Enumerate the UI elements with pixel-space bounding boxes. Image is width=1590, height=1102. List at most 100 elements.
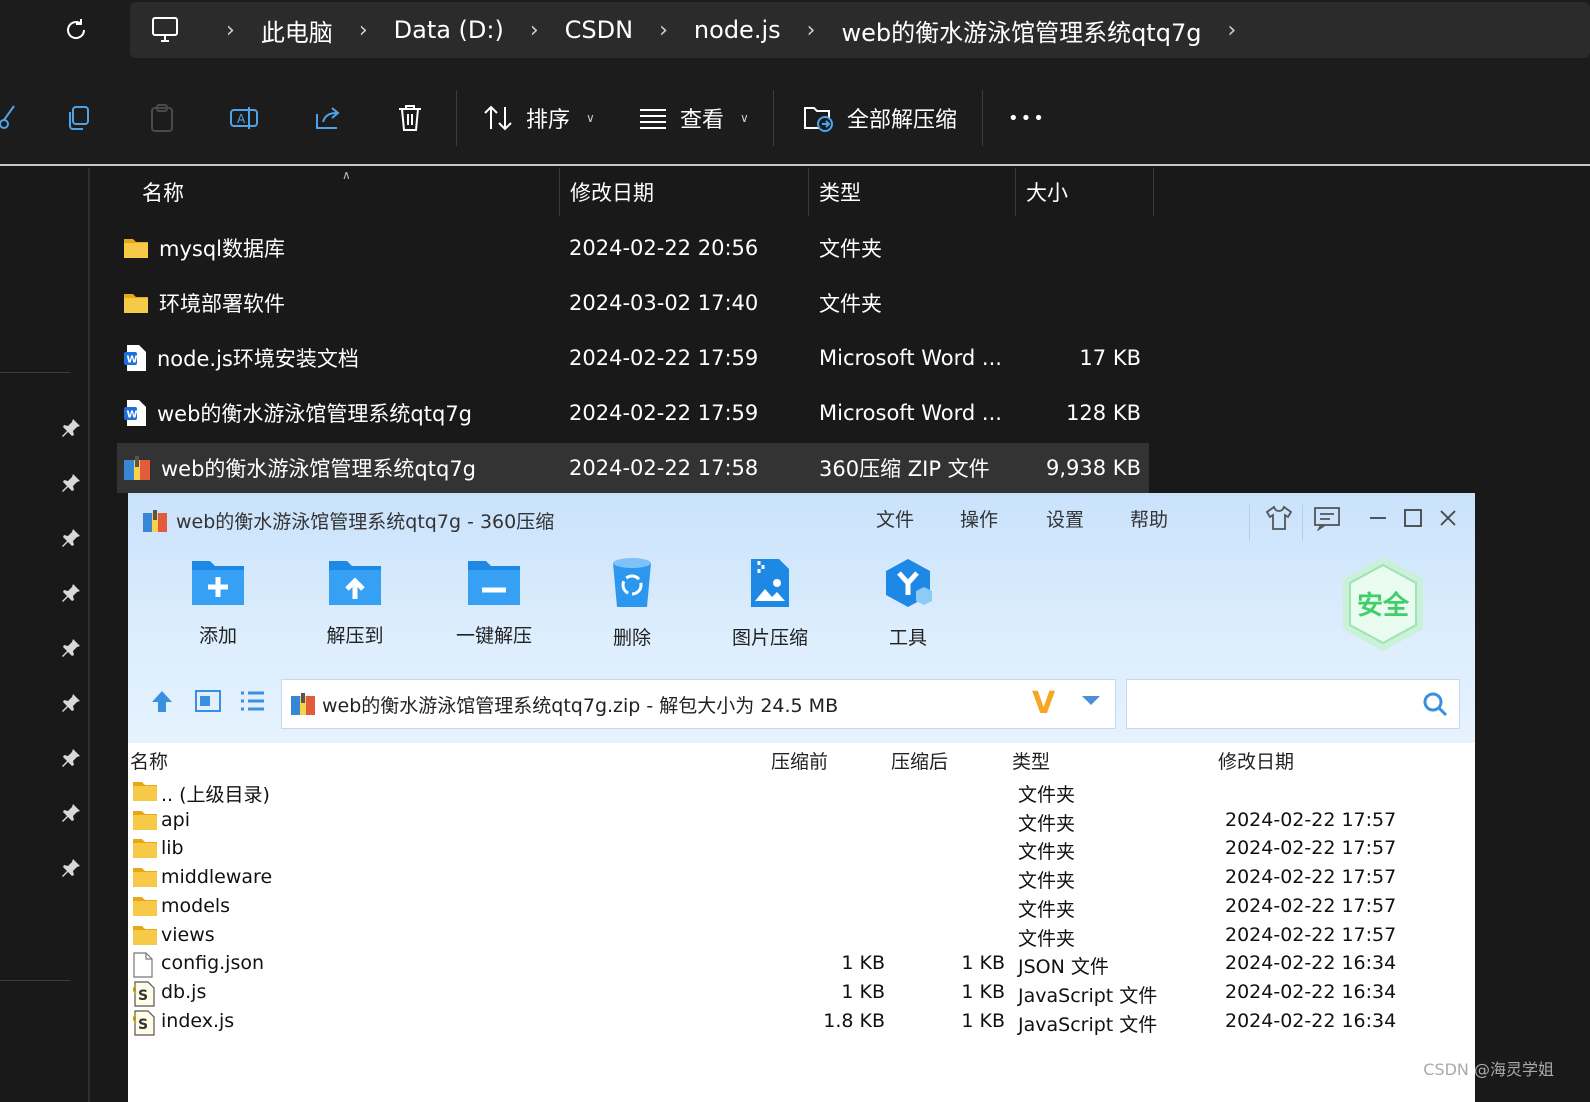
toolbar-divider — [773, 90, 774, 146]
zip-column-header: 名称 压缩前 压缩后 类型 修改日期 — [128, 743, 1475, 773]
this-pc-icon[interactable] — [150, 16, 180, 44]
copy-icon[interactable] — [60, 100, 96, 136]
cut-icon[interactable] — [0, 100, 22, 136]
list-view-icon[interactable] — [238, 687, 266, 715]
file-size: 128 KB — [1066, 401, 1141, 425]
svg-text:S: S — [138, 1017, 148, 1033]
breadcrumb-item[interactable]: node.js — [694, 16, 781, 44]
paste-icon[interactable] — [144, 100, 180, 136]
v-brand-icon[interactable]: V — [1032, 686, 1055, 721]
zip-path-field[interactable]: web的衡水游泳馆管理系统qtq7g.zip - 解包大小为 24.5 MB V — [281, 679, 1116, 729]
zip-entry-modified: 2024-02-22 17:57 — [1225, 837, 1397, 860]
view-list-icon — [640, 109, 666, 129]
file-modified: 2024-02-22 20:56 — [569, 236, 759, 260]
zip-entry-row[interactable]: config.json 1 KB 1 KB JSON 文件 2024-02-22 16:… — [128, 950, 1475, 979]
file-name: node.js环境安装文档 — [157, 347, 359, 371]
breadcrumb-chevron-icon: › — [806, 17, 816, 43]
add-button[interactable]: 添加 — [163, 557, 273, 648]
pin-icon[interactable] — [60, 857, 82, 879]
zip-entry-type: 文件夹 — [1018, 870, 1076, 893]
file-list: ∧ 名称 修改日期 类型 大小 mysql数据库 2024-02-22 20:56… — [92, 168, 1590, 498]
zip-column-type[interactable]: 类型 — [1012, 747, 1050, 774]
tools-button[interactable]: 工具 — [853, 557, 963, 650]
column-header-name[interactable]: 名称 — [142, 168, 184, 216]
breadcrumb-item[interactable]: CSDN — [565, 16, 633, 44]
feedback-icon[interactable] — [1310, 501, 1344, 535]
column-divider[interactable] — [559, 168, 560, 216]
rename-icon[interactable]: A — [226, 100, 262, 136]
close-icon[interactable] — [1431, 501, 1465, 535]
thumbnail-view-icon[interactable] — [194, 687, 222, 715]
file-row[interactable]: mysql数据库 2024-02-22 20:56 文件夹 — [117, 223, 1149, 273]
dropdown-triangle-icon[interactable] — [1080, 690, 1102, 710]
pin-icon[interactable] — [60, 472, 82, 494]
pin-icon[interactable] — [60, 747, 82, 769]
pin-icon[interactable] — [60, 637, 82, 659]
zip-entry-row[interactable]: api 文件夹 2024-02-22 17:57 — [128, 807, 1475, 836]
menu-operate[interactable]: 操作 — [960, 505, 998, 532]
column-divider[interactable] — [1153, 168, 1154, 216]
security-badge[interactable]: 安全 — [1340, 555, 1426, 653]
zip-entry-row[interactable]: lib 文件夹 2024-02-22 17:57 — [128, 835, 1475, 864]
breadcrumb-item[interactable]: web的衡水游泳馆管理系统qtq7g — [841, 13, 1201, 48]
delete-icon[interactable] — [392, 100, 428, 136]
one-click-extract-button[interactable]: 一键解压 — [439, 557, 549, 648]
maximize-icon[interactable] — [1396, 501, 1430, 535]
extract-all-button[interactable]: 全部解压缩 — [803, 96, 957, 140]
zip-entry-type: JavaScript 文件 — [1018, 1013, 1158, 1036]
skin-shirt-icon[interactable] — [1262, 501, 1296, 535]
pin-icon[interactable] — [60, 802, 82, 824]
zip-column-after[interactable]: 压缩后 — [891, 747, 948, 774]
file-type: Microsoft Word ... — [819, 346, 1002, 370]
zip-entry-row[interactable]: views 文件夹 2024-02-22 17:57 — [128, 922, 1475, 951]
pin-icon[interactable] — [60, 582, 82, 604]
file-type: 文件夹 — [819, 292, 882, 316]
breadcrumb-chevron-icon[interactable]: › — [1227, 18, 1236, 43]
breadcrumb-item[interactable]: Data (D:) — [394, 16, 504, 44]
folder-icon — [132, 924, 158, 948]
pin-icon[interactable] — [60, 417, 82, 439]
view-label: 查看 — [680, 108, 725, 133]
zip-entry-before: 1.8 KB — [823, 1009, 885, 1032]
zip-entry-row[interactable]: middleware 文件夹 2024-02-22 17:57 — [128, 864, 1475, 893]
refresh-icon[interactable] — [60, 14, 92, 46]
minimize-icon[interactable] — [1361, 501, 1395, 535]
file-row[interactable]: 环境部署软件 2024-03-02 17:40 文件夹 — [117, 278, 1149, 328]
menu-help[interactable]: 帮助 — [1130, 505, 1168, 532]
sort-button[interactable]: 排序 ∨ — [482, 96, 595, 140]
zip-column-name[interactable]: 名称 — [130, 747, 168, 774]
zip-entry-row[interactable]: Sindex.js 1.8 KB 1 KB JavaScript 文件 2024-02-… — [128, 1008, 1475, 1037]
menu-file[interactable]: 文件 — [876, 505, 914, 532]
share-icon[interactable] — [310, 100, 346, 136]
column-divider[interactable] — [1015, 168, 1016, 216]
one-click-extract-icon — [468, 561, 520, 605]
breadcrumb-item[interactable]: 此电脑 — [261, 13, 333, 48]
zip-entry-row[interactable]: .. (上级目录) 文件夹 — [128, 778, 1475, 807]
image-compress-button[interactable]: 图片压缩 — [715, 557, 825, 650]
pin-icon[interactable] — [60, 527, 82, 549]
menu-settings[interactable]: 设置 — [1046, 505, 1084, 532]
go-up-arrow-icon[interactable] — [148, 687, 176, 715]
file-row[interactable]: web的衡水游泳馆管理系统qtq7g 2024-02-22 17:58 360压缩 … — [117, 443, 1149, 493]
file-row[interactable]: Wweb的衡水游泳馆管理系统qtq7g 2024-02-22 17:59 Micro… — [117, 388, 1149, 438]
add-label: 添加 — [198, 625, 237, 647]
column-divider[interactable] — [808, 168, 809, 216]
zip-search-input[interactable] — [1126, 679, 1460, 729]
zip-entry-row[interactable]: Sdb.js 1 KB 1 KB JavaScript 文件 2024-02-22 16… — [128, 979, 1475, 1008]
zip-column-before[interactable]: 压缩前 — [771, 747, 828, 774]
search-icon[interactable] — [1421, 690, 1449, 718]
breadcrumb[interactable]: › 此电脑 › Data (D:) › CSDN › node.js › web… — [130, 2, 1590, 58]
delete-zip-button[interactable]: 删除 — [577, 557, 687, 650]
column-header-size[interactable]: 大小 — [1026, 168, 1068, 216]
zip-entry-type: 文件夹 — [1018, 898, 1076, 921]
file-row[interactable]: Wnode.js环境安装文档 2024-02-22 17:59 Microsoft … — [117, 333, 1149, 383]
column-header-modified[interactable]: 修改日期 — [570, 168, 654, 216]
column-header-type[interactable]: 类型 — [819, 168, 861, 216]
zip-entry-row[interactable]: models 文件夹 2024-02-22 17:57 — [128, 893, 1475, 922]
view-button[interactable]: 查看 ∨ — [638, 96, 749, 140]
extract-to-button[interactable]: 解压到 — [300, 557, 410, 648]
more-options-button[interactable]: ••• — [1008, 96, 1046, 140]
pin-icon[interactable] — [60, 692, 82, 714]
zip-column-modified[interactable]: 修改日期 — [1218, 747, 1294, 774]
extract-all-label: 全部解压缩 — [847, 108, 958, 133]
